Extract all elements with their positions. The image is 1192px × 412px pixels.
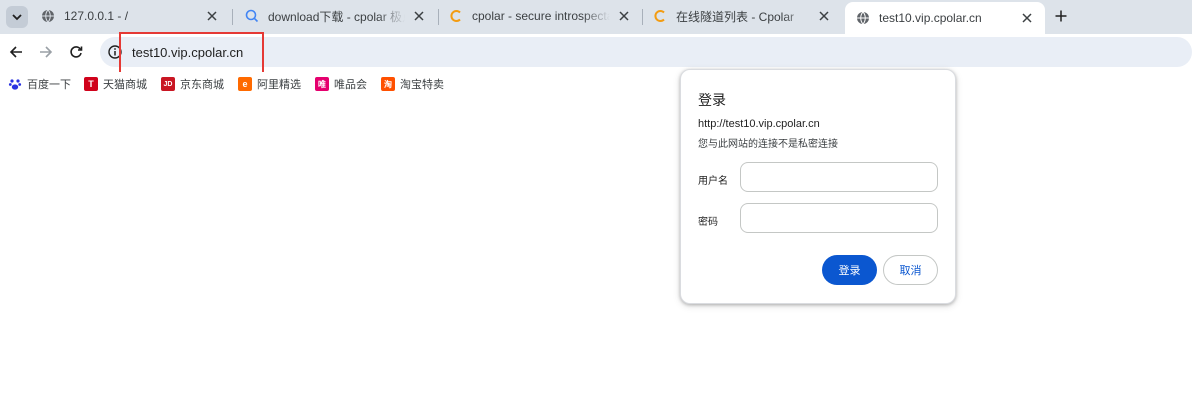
insecure-connection-warning: 您与此网站的连接不是私密连接 [698, 139, 838, 150]
tab-localhost[interactable]: 127.0.0.1 - / [30, 2, 230, 30]
reload-button[interactable] [66, 42, 86, 62]
tab-title: download下载 - cpolar 极点云 [268, 9, 405, 24]
bookmark-ali[interactable]: e 阿里精选 [238, 76, 301, 92]
close-icon[interactable] [816, 8, 832, 24]
tab-search-button[interactable] [6, 6, 28, 28]
forward-button[interactable] [36, 42, 56, 62]
tab-cpolar-secure[interactable]: cpolar - secure introspectable [438, 2, 642, 30]
back-button[interactable] [6, 42, 26, 62]
bookmark-vip[interactable]: 唯 唯品会 [315, 76, 367, 92]
dialog-origin: http://test10.vip.cpolar.cn [698, 118, 820, 130]
tmall-icon: T [84, 77, 98, 91]
bookmark-label: 阿里精选 [257, 79, 301, 91]
plus-icon [1055, 10, 1067, 22]
tab-test10-active[interactable]: test10.vip.cpolar.cn [845, 2, 1045, 34]
arrow-right-icon [40, 46, 53, 58]
bookmark-tmall[interactable]: T 天猫商城 [84, 76, 147, 92]
close-icon[interactable] [411, 8, 427, 24]
taobao-icon: 淘 [381, 77, 395, 91]
search-icon [244, 8, 260, 24]
jd-icon: JD [161, 77, 175, 91]
cpolar-c-icon [448, 8, 464, 24]
tab-title: test10.vip.cpolar.cn [879, 11, 982, 25]
tab-tunnel-list[interactable]: 在线隧道列表 - Cpolar [642, 2, 842, 30]
bookmark-jd[interactable]: JD 京东商城 [161, 76, 224, 92]
close-icon[interactable] [1019, 10, 1035, 26]
username-label: 用户名 [698, 176, 728, 187]
reload-icon [70, 46, 83, 58]
chevron-down-icon [12, 14, 22, 21]
sign-in-dialog: 登录 http://test10.vip.cpolar.cn 您与此网站的连接不… [680, 69, 956, 304]
bookmark-baidu[interactable]: 百度一下 [8, 76, 71, 92]
ali-icon: e [238, 77, 252, 91]
bookmarks-bar: 百度一下 T 天猫商城 JD 京东商城 e 阿里精选 唯 唯品会 淘 淘宝特卖 [0, 72, 1192, 96]
username-input[interactable] [740, 162, 938, 192]
login-button[interactable]: 登录 [822, 255, 877, 285]
vip-icon: 唯 [315, 77, 329, 91]
close-icon[interactable] [616, 8, 632, 24]
bookmark-label: 唯品会 [334, 79, 367, 91]
tab-divider [232, 9, 233, 25]
bookmark-label: 百度一下 [27, 79, 71, 91]
tab-title: 127.0.0.1 - / [64, 9, 129, 23]
tab-download[interactable]: download下载 - cpolar 极点云 [234, 2, 437, 30]
password-input[interactable] [740, 203, 938, 233]
bookmark-taobao[interactable]: 淘 淘宝特卖 [381, 76, 444, 92]
dialog-title: 登录 [698, 92, 726, 108]
new-tab-button[interactable] [1052, 7, 1070, 25]
cancel-button[interactable]: 取消 [883, 255, 938, 285]
arrow-left-icon [9, 46, 22, 58]
password-label: 密码 [698, 217, 718, 228]
cpolar-c-icon [652, 8, 668, 24]
close-icon[interactable] [204, 8, 220, 24]
bookmark-label: 京东商城 [180, 79, 224, 91]
globe-icon [855, 10, 871, 26]
tab-title: 在线隧道列表 - Cpolar [676, 9, 795, 24]
tab-strip: 127.0.0.1 - / download下载 - cpolar 极点云 cp… [0, 0, 1192, 34]
baidu-paw-icon [8, 77, 22, 91]
bookmark-label: 天猫商城 [103, 79, 147, 91]
globe-icon [40, 8, 56, 24]
bookmark-label: 淘宝特卖 [400, 79, 444, 91]
tab-title: cpolar - secure introspectable [472, 9, 610, 23]
